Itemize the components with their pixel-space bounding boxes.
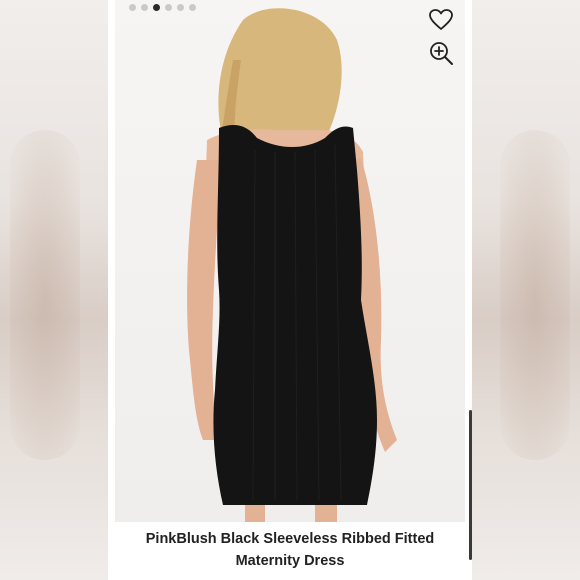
product-card: PinkBlush Black Sleeveless Ribbed Fitted… bbox=[108, 0, 472, 580]
carousel-dot[interactable] bbox=[129, 4, 136, 11]
product-title: PinkBlush Black Sleeveless Ribbed Fitted… bbox=[108, 528, 472, 572]
heart-icon bbox=[429, 9, 453, 30]
product-photo[interactable] bbox=[115, 0, 465, 522]
zoom-in-icon bbox=[430, 42, 453, 65]
model-illustration bbox=[187, 8, 397, 522]
carousel-dot[interactable] bbox=[165, 4, 172, 11]
carousel-dot[interactable] bbox=[141, 4, 148, 11]
favorite-button[interactable] bbox=[427, 6, 455, 34]
carousel-dots bbox=[129, 4, 196, 11]
carousel-dot[interactable] bbox=[177, 4, 184, 11]
carousel-dot-active[interactable] bbox=[153, 4, 160, 11]
blurred-backdrop-left bbox=[0, 0, 108, 580]
product-title-line-2: Maternity Dress bbox=[235, 553, 345, 569]
product-title-line-1: PinkBlush Black Sleeveless Ribbed Fitted bbox=[145, 531, 435, 547]
carousel-dot[interactable] bbox=[189, 4, 196, 11]
blurred-backdrop-right bbox=[472, 0, 580, 580]
zoom-button[interactable] bbox=[427, 39, 455, 67]
scrollbar[interactable] bbox=[469, 410, 472, 560]
